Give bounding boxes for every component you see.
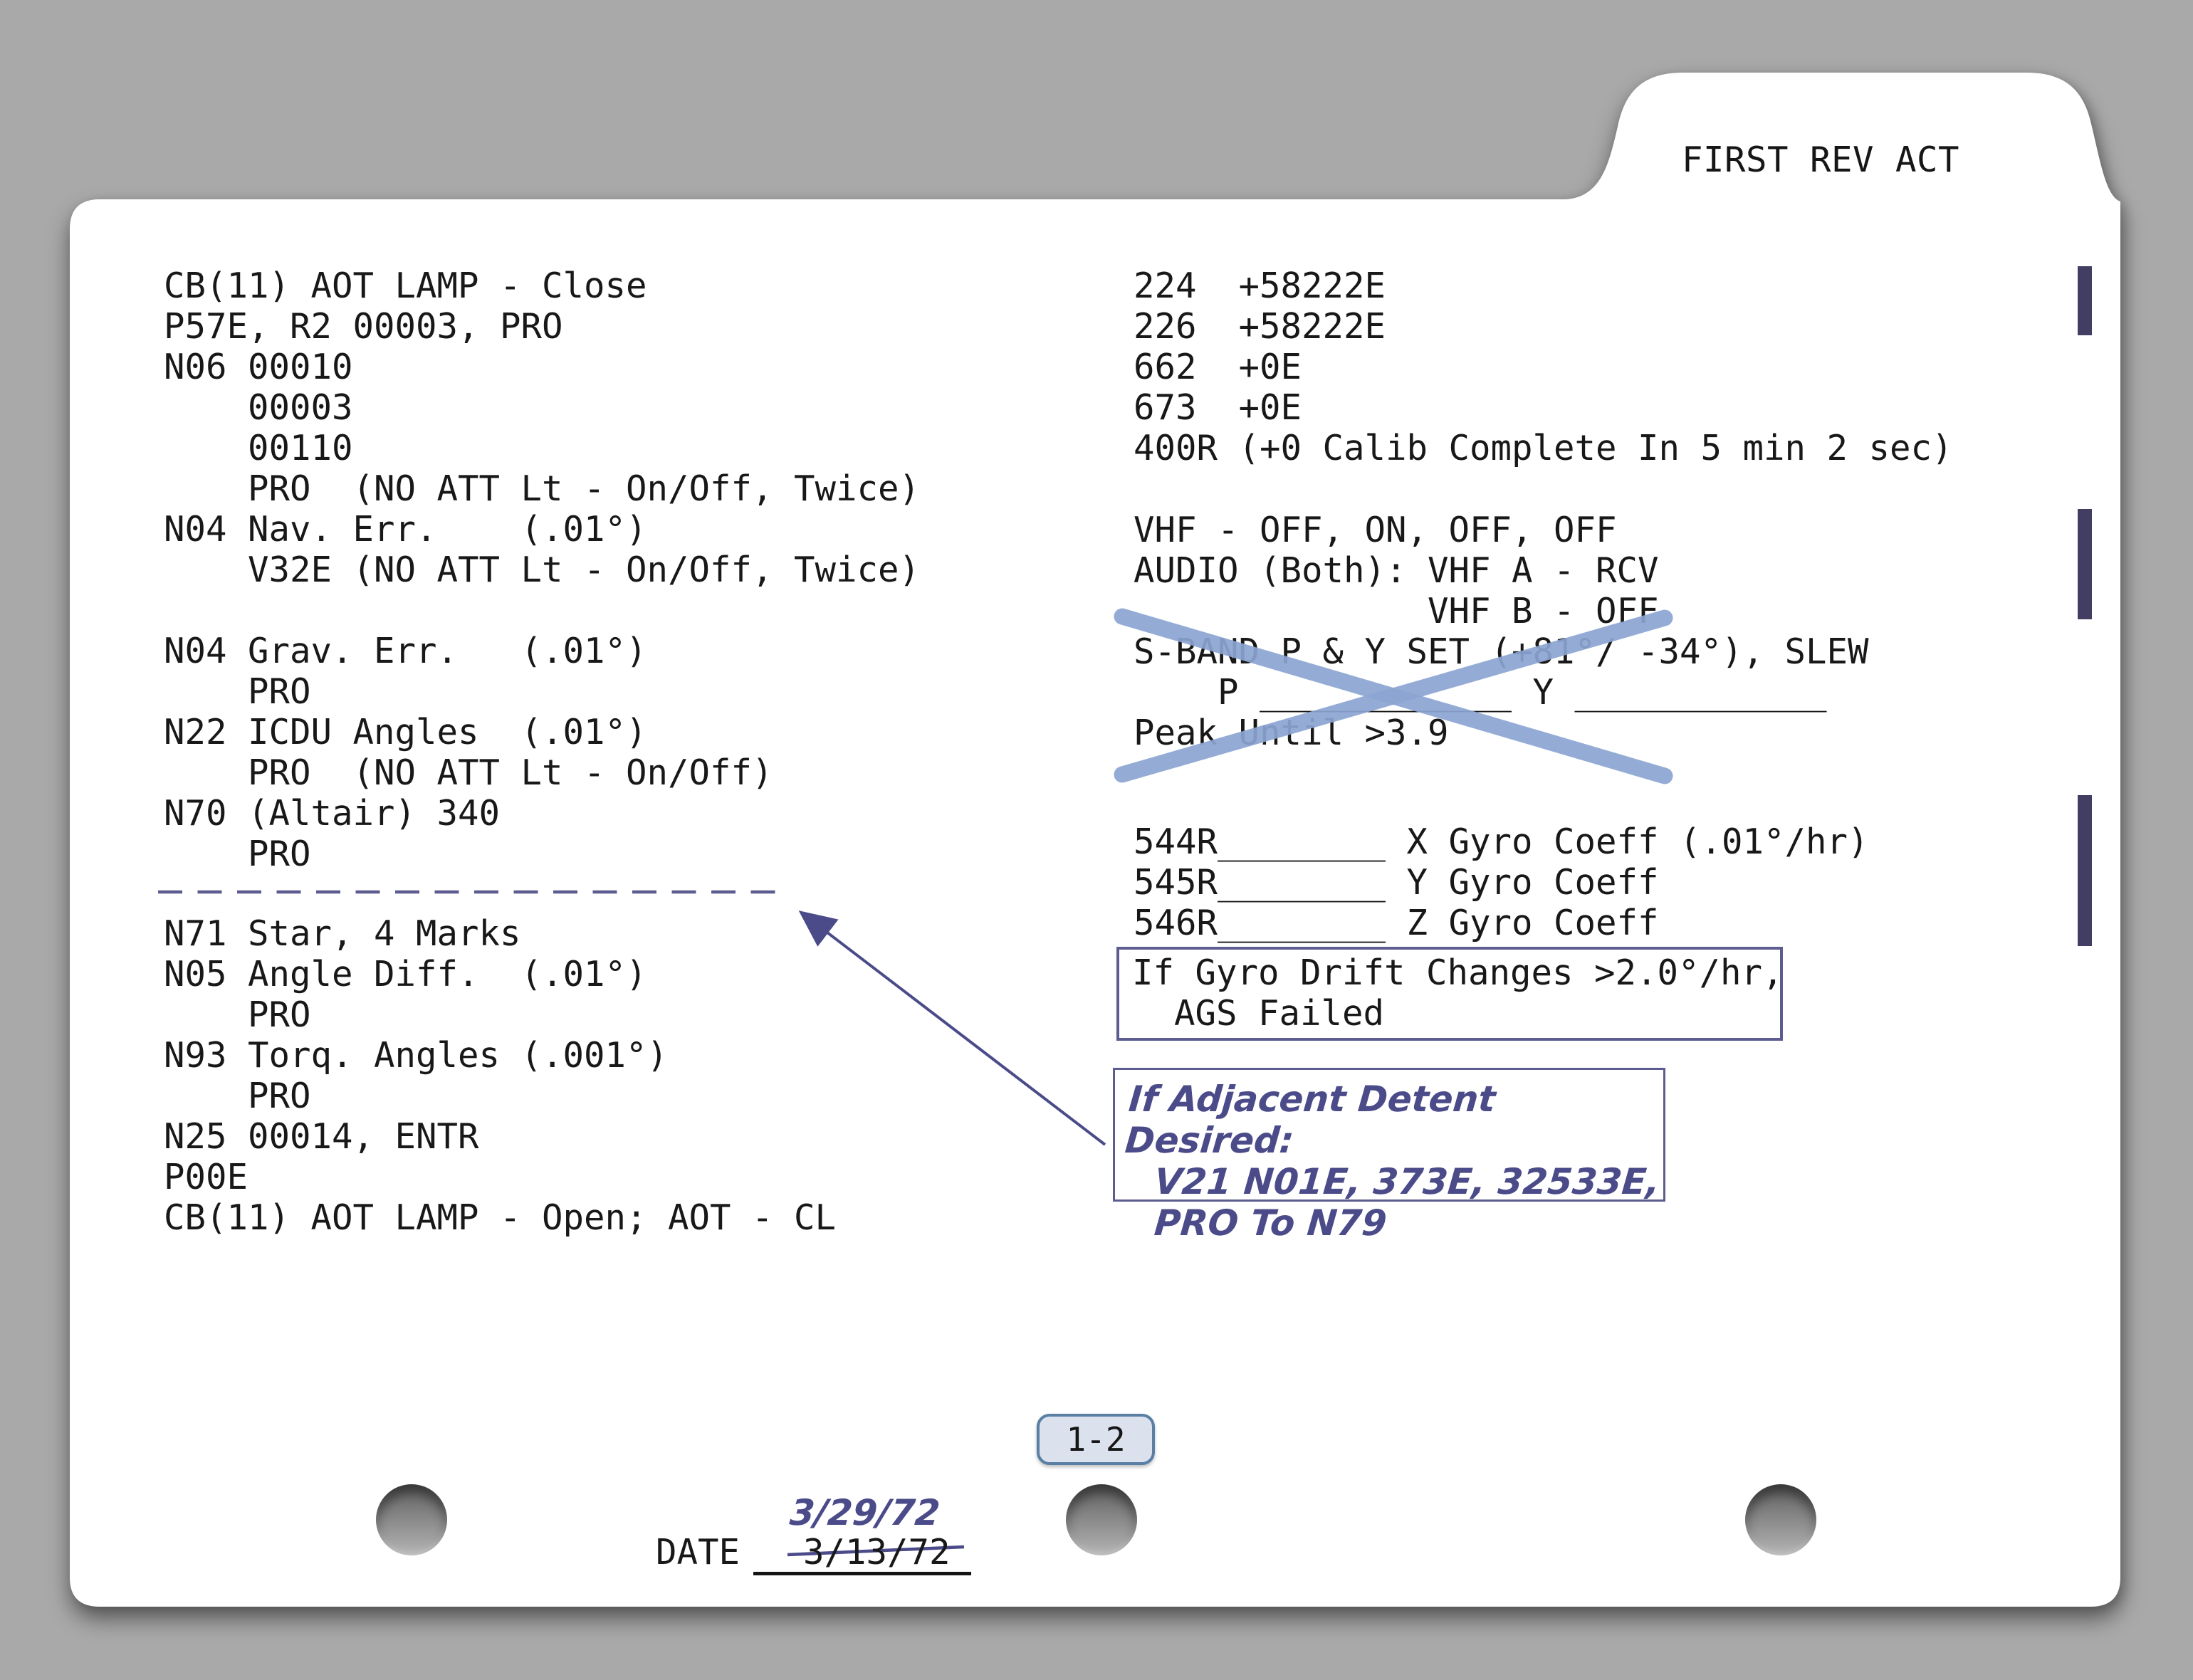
date-revised-value: 3/29/72 <box>788 1492 942 1533</box>
tab-title: FIRST REV ACT <box>1682 140 1959 180</box>
date-label: DATE <box>656 1532 740 1573</box>
handwritten-note-line: PRO To N79 <box>1153 1202 1663 1244</box>
checklist-right-block-comm: VHF - OFF, ON, OFF, OFF AUDIO (Both): VH… <box>1134 510 1869 753</box>
gyro-drift-warning-box: If Gyro Drift Changes >2.0°/hr, AGS Fail… <box>1116 947 1783 1041</box>
checklist-left-block-top: CB(11) AOT LAMP - Close P57E, R2 00003, … <box>164 266 920 590</box>
checklist-left-block-bottom: N71 Star, 4 Marks N05 Angle Diff. (.01°)… <box>164 913 836 1238</box>
page-number: 1-2 <box>1066 1420 1125 1459</box>
checklist-right-block-registers: 224 +58222E 226 +58222E 662 +0E 673 +0E … <box>1134 266 1953 468</box>
checklist-left-block-middle: N04 Grav. Err. (.01°) PRO N22 ICDU Angle… <box>164 631 773 874</box>
page-number-badge: 1-2 <box>1037 1414 1155 1465</box>
index-bar <box>2078 509 2092 619</box>
handwritten-note-line: If Adjacent Detent Desired: <box>1124 1078 1663 1161</box>
checklist-right-block-gyro: 544R________ X Gyro Coeff (.01°/hr) 545R… <box>1134 821 1869 943</box>
index-bar <box>2078 266 2092 335</box>
date-underline <box>753 1572 971 1575</box>
index-bar <box>2078 795 2092 946</box>
punch-hole <box>1745 1484 1816 1555</box>
gyro-drift-warning-text: If Gyro Drift Changes >2.0°/hr, AGS Fail… <box>1132 952 1793 1034</box>
punch-hole <box>376 1484 447 1555</box>
date-original-value: 3/13/72 <box>803 1532 951 1573</box>
handwritten-note-line: V21 N01E, 373E, 32533E, <box>1153 1161 1663 1202</box>
handwritten-note-box: If Adjacent Detent Desired: V21 N01E, 37… <box>1113 1068 1665 1202</box>
checklist-card-scan: FIRST REV ACT CB(11) AOT LAMP - Close P5… <box>0 0 2193 1680</box>
punch-hole <box>1066 1484 1137 1555</box>
